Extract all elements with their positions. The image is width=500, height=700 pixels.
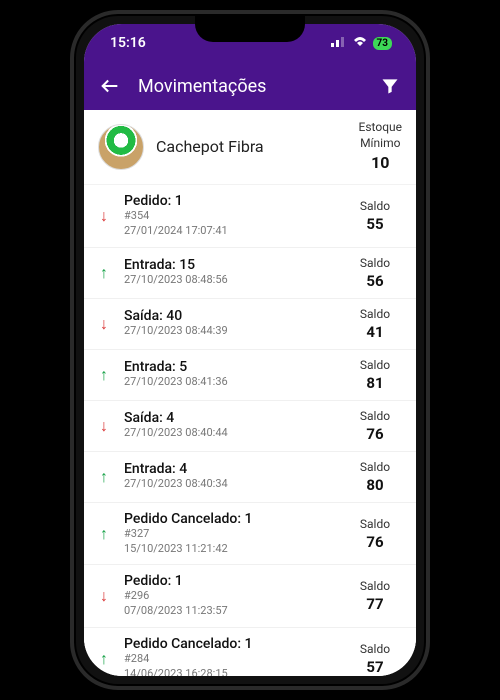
movement-title: Pedido Cancelado: 1 xyxy=(124,511,338,527)
arrow-up-icon: ↑ xyxy=(94,467,114,487)
movement-order: #327 xyxy=(124,527,338,542)
balance-value: 76 xyxy=(348,425,402,443)
movement-row[interactable]: ↓ Saída: 427/10/2023 08:40:44 Saldo 76 xyxy=(84,401,416,452)
movement-row[interactable]: ↑ Entrada: 1527/10/2023 08:48:56 Saldo 56 xyxy=(84,248,416,299)
movement-main: Saída: 4027/10/2023 08:44:39 xyxy=(124,308,338,339)
movement-row[interactable]: ↓ Pedido: 1#29607/08/2023 11:23:57 Saldo 77 xyxy=(84,565,416,628)
balance-value: 80 xyxy=(348,476,402,494)
product-image xyxy=(98,124,144,170)
movement-balance: Saldo 76 xyxy=(348,409,402,443)
wifi-icon xyxy=(352,35,368,51)
min-stock-label: Estoque xyxy=(359,120,402,136)
arrow-up-icon: ↑ xyxy=(94,263,114,283)
movement-title: Pedido: 1 xyxy=(124,193,338,209)
movement-title: Entrada: 4 xyxy=(124,461,338,477)
movement-timestamp: 27/10/2023 08:40:44 xyxy=(124,426,338,441)
movement-main: Pedido Cancelado: 1#28414/06/2023 16:28:… xyxy=(124,636,338,676)
content[interactable]: Cachepot Fibra Estoque Mínimo 10 ↓ Pedido… xyxy=(84,110,416,676)
balance-label: Saldo xyxy=(348,642,402,656)
movement-timestamp: 27/10/2023 08:44:39 xyxy=(124,324,338,339)
movement-timestamp: 07/08/2023 11:23:57 xyxy=(124,604,338,619)
arrow-down-icon: ↓ xyxy=(94,206,114,226)
balance-label: Saldo xyxy=(348,358,402,372)
movement-row[interactable]: ↑ Pedido Cancelado: 1#28414/06/2023 16:28… xyxy=(84,628,416,676)
movement-main: Entrada: 527/10/2023 08:41:36 xyxy=(124,359,338,390)
balance-value: 55 xyxy=(348,215,402,233)
balance-label: Saldo xyxy=(348,256,402,270)
balance-label: Saldo xyxy=(348,579,402,593)
movement-timestamp: 27/10/2023 08:40:34 xyxy=(124,477,338,492)
movement-row[interactable]: ↑ Entrada: 427/10/2023 08:40:34 Saldo 80 xyxy=(84,452,416,503)
product-header: Cachepot Fibra Estoque Mínimo 10 xyxy=(84,110,416,184)
movement-balance: Saldo 76 xyxy=(348,517,402,551)
balance-label: Saldo xyxy=(348,307,402,321)
min-stock-value: 10 xyxy=(359,153,402,174)
notch xyxy=(195,14,305,42)
movement-main: Pedido: 1#35427/01/2024 17:07:41 xyxy=(124,193,338,239)
movement-timestamp: 14/06/2023 16:28:15 xyxy=(124,667,338,676)
movement-main: Entrada: 1527/10/2023 08:48:56 xyxy=(124,257,338,288)
phone-frame: 15:16 73 Movimentações xyxy=(70,10,430,690)
movement-title: Pedido: 1 xyxy=(124,573,338,589)
balance-value: 81 xyxy=(348,374,402,392)
movement-balance: Saldo 81 xyxy=(348,358,402,392)
arrow-up-icon: ↑ xyxy=(94,365,114,385)
balance-label: Saldo xyxy=(348,199,402,213)
balance-label: Saldo xyxy=(348,409,402,423)
movement-row[interactable]: ↓ Saída: 4027/10/2023 08:44:39 Saldo 41 xyxy=(84,299,416,350)
movement-main: Saída: 427/10/2023 08:40:44 xyxy=(124,410,338,441)
status-right: 73 xyxy=(331,35,392,51)
movement-row[interactable]: ↑ Entrada: 527/10/2023 08:41:36 Saldo 81 xyxy=(84,350,416,401)
movement-row[interactable]: ↓ Pedido: 1#35427/01/2024 17:07:41 Saldo 55 xyxy=(84,185,416,248)
min-stock-label: Mínimo xyxy=(359,136,402,152)
app-bar: Movimentações xyxy=(84,62,416,110)
arrow-down-icon: ↓ xyxy=(94,416,114,436)
movement-balance: Saldo 55 xyxy=(348,199,402,233)
screen: 15:16 73 Movimentações xyxy=(84,24,416,676)
balance-value: 57 xyxy=(348,658,402,676)
movement-main: Entrada: 427/10/2023 08:40:34 xyxy=(124,461,338,492)
balance-label: Saldo xyxy=(348,517,402,531)
movement-timestamp: 27/10/2023 08:41:36 xyxy=(124,375,338,390)
min-stock: Estoque Mínimo 10 xyxy=(359,120,402,174)
movement-order: #354 xyxy=(124,209,338,224)
balance-value: 77 xyxy=(348,595,402,613)
movement-balance: Saldo 80 xyxy=(348,460,402,494)
movement-title: Saída: 40 xyxy=(124,308,338,324)
movement-title: Saída: 4 xyxy=(124,410,338,426)
arrow-down-icon: ↓ xyxy=(94,314,114,334)
filter-button[interactable] xyxy=(378,74,402,98)
signal-icon xyxy=(331,35,347,51)
movement-balance: Saldo 77 xyxy=(348,579,402,613)
movement-timestamp: 15/10/2023 11:21:42 xyxy=(124,542,338,557)
movement-balance: Saldo 57 xyxy=(348,642,402,676)
arrow-up-icon: ↑ xyxy=(94,649,114,669)
back-button[interactable] xyxy=(98,74,122,98)
movement-row[interactable]: ↑ Pedido Cancelado: 1#32715/10/2023 11:21… xyxy=(84,503,416,566)
movement-balance: Saldo 41 xyxy=(348,307,402,341)
movement-timestamp: 27/01/2024 17:07:41 xyxy=(124,224,338,239)
movement-title: Entrada: 15 xyxy=(124,257,338,273)
product-name: Cachepot Fibra xyxy=(156,137,347,156)
status-time: 15:16 xyxy=(110,35,146,51)
movement-main: Pedido: 1#29607/08/2023 11:23:57 xyxy=(124,573,338,619)
movement-title: Entrada: 5 xyxy=(124,359,338,375)
balance-value: 41 xyxy=(348,323,402,341)
balance-value: 56 xyxy=(348,272,402,290)
battery-icon: 73 xyxy=(373,37,392,50)
movement-balance: Saldo 56 xyxy=(348,256,402,290)
movement-timestamp: 27/10/2023 08:48:56 xyxy=(124,273,338,288)
movement-order: #284 xyxy=(124,652,338,667)
balance-value: 76 xyxy=(348,533,402,551)
balance-label: Saldo xyxy=(348,460,402,474)
page-title: Movimentações xyxy=(138,76,362,97)
movements-list: ↓Pedido: 1#35427/01/2024 17:07:41Saldo55… xyxy=(84,185,416,676)
movement-main: Pedido Cancelado: 1#32715/10/2023 11:21:… xyxy=(124,511,338,557)
movement-order: #296 xyxy=(124,589,338,604)
arrow-up-icon: ↑ xyxy=(94,524,114,544)
arrow-down-icon: ↓ xyxy=(94,586,114,606)
movement-title: Pedido Cancelado: 1 xyxy=(124,636,338,652)
